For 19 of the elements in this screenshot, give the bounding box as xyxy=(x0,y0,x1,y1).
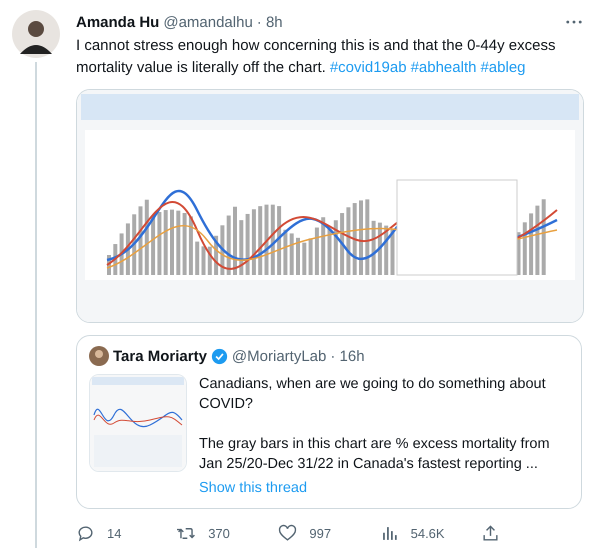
more-icon[interactable] xyxy=(566,20,582,24)
share-icon[interactable] xyxy=(480,524,500,542)
action-count: 14 xyxy=(107,526,122,540)
author-handle[interactable]: @MoriartyLab xyxy=(232,348,326,364)
quoted-tweet-text: The gray bars in this chart are % excess mortality from Jan 25/20-Dec 31/22 in Canada's fastest reporting ... xyxy=(199,435,551,474)
avatar-icon[interactable] xyxy=(12,10,60,58)
heart-icon[interactable] xyxy=(278,524,298,542)
author-name[interactable]: Amanda Hu xyxy=(76,14,160,30)
quoted-tweet-text: Canadians, when are we going to do something about COVID? xyxy=(199,375,547,414)
tweet-time[interactable]: · 16h xyxy=(330,348,365,364)
author-handle[interactable]: @amandalhu xyxy=(163,14,253,30)
author-name[interactable]: Tara Moriarty xyxy=(113,348,207,364)
action-count: 370 xyxy=(208,526,230,540)
quoted-tweet-card[interactable] xyxy=(76,335,582,509)
tweet-text: I cannot stress enough how concerning this is and that the 0-44y excess mortality value is literally off the chart. #covid19ab #abhealth #ableg xyxy=(76,36,556,78)
tweet-time[interactable]: · 8h xyxy=(256,14,283,30)
action-count: 54.6K xyxy=(410,526,445,540)
reply-icon[interactable] xyxy=(76,524,95,542)
action-count: 997 xyxy=(309,526,332,540)
